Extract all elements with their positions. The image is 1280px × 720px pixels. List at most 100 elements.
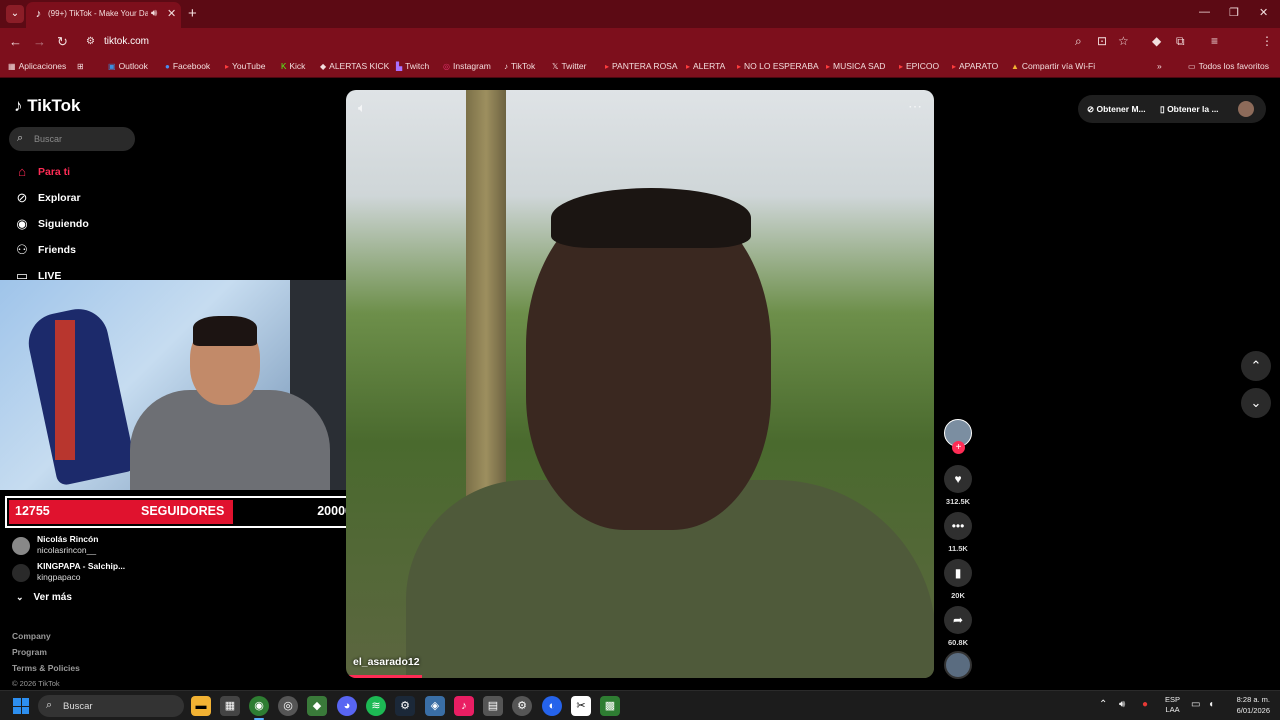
taskbar-clock[interactable]: 8:28 a. m. 6/01/2026 — [1228, 694, 1270, 716]
heart-icon: ♥ — [944, 465, 972, 493]
capcut-icon[interactable]: ✂ — [571, 696, 591, 716]
bookmark-grid-icon[interactable]: ⊞ — [77, 61, 87, 71]
chair-stripe — [55, 320, 75, 460]
share-arrow-icon: ➦ — [944, 606, 972, 634]
music-disc-avatar[interactable] — [944, 651, 972, 679]
extension-icon[interactable]: ◆ — [1152, 34, 1161, 48]
footer-program[interactable]: Program — [12, 647, 47, 657]
media-control-icon[interactable]: ≡ — [1211, 34, 1218, 48]
browser-tab[interactable]: ♪ (99+) TikTok - Make Your Day 🔊︎ ✕ — [26, 2, 181, 28]
save-button[interactable]: ▮ 20K — [944, 559, 972, 600]
nav-label: Friends — [38, 244, 76, 256]
tiktok-live-icon[interactable]: ♪ — [454, 696, 474, 716]
account-handle: kingpapaco — [37, 572, 81, 582]
volume-icon[interactable]: ◖ — [1208, 699, 1214, 710]
outlook-icon: ▣ — [108, 62, 116, 71]
bookmark-outlook[interactable]: ▣ Outlook — [108, 61, 148, 71]
copyright: © 2026 TikTok — [12, 679, 60, 688]
windows-taskbar: ⌕ Buscar ▬ ▦ ◉ ◎ ◆ ◕ ≋ ⚙ ◈ ♪ ▤ ⚙ ◐ ✂ ▩ ⌃… — [0, 690, 1280, 720]
reload-icon[interactable]: ↻ — [57, 34, 68, 50]
speaker-icon[interactable]: 🔊︎ — [151, 8, 157, 19]
bookmark-twitch[interactable]: ▙ Twitch — [396, 61, 429, 71]
bookmark-kick[interactable]: K Kick — [281, 61, 305, 71]
bookmark-musica-sad[interactable]: ▸ MUSICA SAD — [826, 61, 885, 71]
user-avatar[interactable] — [1238, 101, 1254, 117]
app-icon[interactable]: ◆ — [307, 696, 327, 716]
bookmark-compartir-wifi[interactable]: ▲ Compartir vía Wi-Fi — [1011, 61, 1095, 71]
zoom-icon[interactable]: ⌕ — [1075, 34, 1082, 49]
bookmark-aparato[interactable]: ▸ APARATO — [952, 61, 998, 71]
comment-button[interactable]: ••• 11.5K — [944, 512, 972, 553]
btn-label: Obtener M... — [1096, 104, 1146, 114]
spotify-icon[interactable]: ≋ — [366, 696, 386, 716]
puzzle-icon[interactable]: ⧉ — [1176, 34, 1185, 49]
video-player[interactable]: 🔈︎ ⋯ el_asarado12 — [346, 90, 934, 678]
bookmark-aplicaciones[interactable]: ▦ Aplicaciones — [8, 61, 66, 71]
address-bar[interactable]: tiktok.com — [104, 36, 149, 47]
x-icon: 𝕏 — [552, 62, 559, 71]
language-indicator[interactable]: ESP LAA — [1165, 695, 1180, 715]
diamond-icon: ◆ — [320, 62, 327, 71]
browser-icon[interactable]: ◐ — [542, 696, 562, 716]
search-input[interactable]: ⌕ Buscar — [9, 127, 135, 151]
get-app-button[interactable]: ▯ Obtener la ... — [1160, 104, 1219, 115]
next-video-button[interactable]: ⌄ — [1241, 388, 1271, 418]
bookmark-youtube[interactable]: ▸ YouTube — [225, 61, 265, 71]
settings-icon[interactable]: ⚙ — [512, 696, 532, 716]
forward-icon[interactable]: → — [33, 34, 46, 49]
speaker-icon[interactable]: 🔊︎ — [1119, 699, 1125, 710]
share-button[interactable]: ➦ 60.8K — [944, 606, 972, 647]
bookmark-no-lo-esperaba[interactable]: ▸ NO LO ESPERABA — [737, 61, 819, 71]
video-username[interactable]: el_asarado12 — [353, 656, 420, 668]
bookmark-tiktok[interactable]: ♪ TikTok — [504, 61, 535, 71]
taskbar-search-input[interactable]: ⌕ Buscar — [38, 695, 184, 717]
notepad-icon[interactable]: ▤ — [483, 696, 503, 716]
bookmark-alerta[interactable]: ▸ ALERTA — [686, 61, 725, 71]
install-app-icon[interactable]: ⊡ — [1097, 34, 1107, 48]
youtube-icon: ▸ — [826, 62, 831, 71]
menu-icon[interactable]: ⋮ — [1261, 34, 1273, 48]
follow-plus-icon[interactable]: + — [952, 441, 965, 454]
bookmark-facebook[interactable]: ● Facebook — [165, 61, 210, 71]
steam-icon[interactable]: ⚙ — [395, 696, 415, 716]
like-button[interactable]: ♥ 312.5K — [944, 465, 972, 506]
restore-icon[interactable]: ❐ — [1229, 6, 1239, 19]
chrome-icon[interactable]: ◉ — [249, 696, 269, 716]
bookmark-instagram[interactable]: ◎ Instagram — [443, 61, 491, 71]
minecraft-icon[interactable]: ▩ — [600, 696, 620, 716]
more-options-icon[interactable]: ⋯ — [908, 98, 922, 115]
discord-icon[interactable]: ◕ — [337, 696, 357, 716]
back-icon[interactable]: ← — [9, 34, 22, 49]
minimize-icon[interactable]: — — [1199, 6, 1210, 18]
see-more-button[interactable]: ⌄ Ver más — [16, 592, 72, 603]
streamer-torso — [130, 390, 330, 490]
bookmark-pantera-rosa[interactable]: ▸ PANTERA ROSA — [605, 61, 678, 71]
close-tab-icon[interactable]: ✕ — [167, 7, 176, 20]
windows-start-icon[interactable] — [13, 698, 29, 714]
previous-video-button[interactable]: ⌃ — [1241, 351, 1271, 381]
bookmark-star-icon[interactable]: ☆ — [1118, 34, 1129, 48]
taskbar-search-placeholder: Buscar — [63, 701, 93, 712]
vpn-icon[interactable]: ◈ — [425, 696, 445, 716]
bookmark-twitter[interactable]: 𝕏 Twitter — [552, 61, 586, 71]
bookmark-epicoo[interactable]: ▸ EPICOO — [899, 61, 939, 71]
new-tab-icon[interactable]: + — [188, 5, 197, 22]
network-icon[interactable]: ▭ — [1191, 699, 1200, 710]
tiktok-logo[interactable]: ♪ TikTok — [14, 96, 80, 116]
volume-icon[interactable]: 🔈︎ — [358, 100, 366, 116]
video-progress-bar[interactable] — [346, 675, 423, 678]
bookmark-alertas-kick[interactable]: ◆ ALERTAS KICK — [320, 61, 389, 71]
store-icon[interactable]: ▦ — [220, 696, 240, 716]
microphone-icon[interactable]: ● — [1142, 699, 1148, 710]
all-bookmarks[interactable]: ▭ Todos los favoritos — [1188, 61, 1269, 71]
file-explorer-icon[interactable]: ▬ — [191, 696, 211, 716]
bookmarks-overflow-icon[interactable]: » — [1157, 61, 1162, 71]
footer-company[interactable]: Company — [12, 631, 51, 641]
get-coins-button[interactable]: ⊘ Obtener M... — [1087, 104, 1146, 115]
window-close-icon[interactable]: ✕ — [1259, 6, 1268, 19]
site-info-icon[interactable]: ⚙ — [86, 36, 95, 47]
tray-overflow-icon[interactable]: ⌃ — [1099, 699, 1107, 710]
chrome-profile-icon[interactable]: ◎ — [278, 696, 298, 716]
footer-terms[interactable]: Terms & Policies — [12, 663, 80, 673]
tab-search-icon[interactable]: ⌄ — [6, 5, 24, 23]
